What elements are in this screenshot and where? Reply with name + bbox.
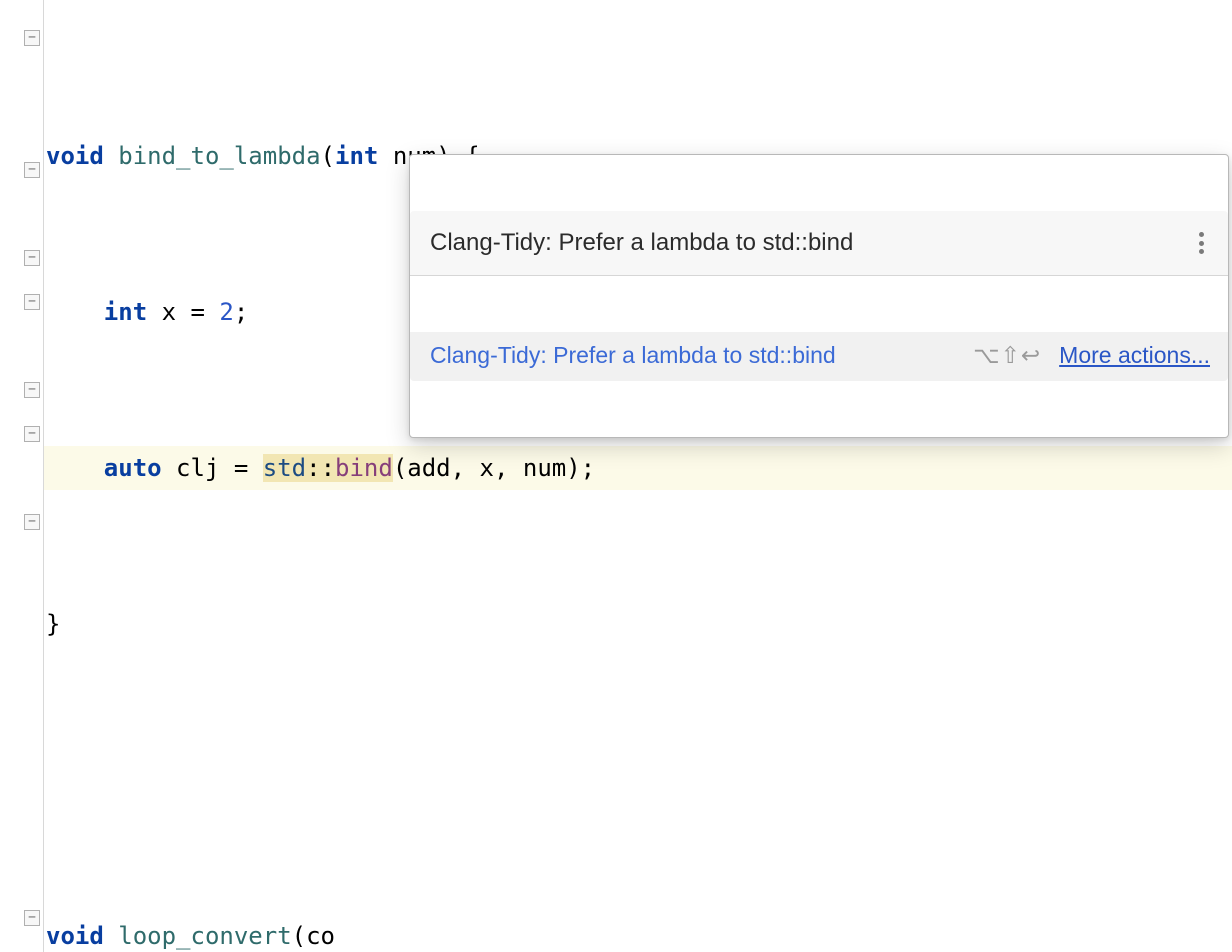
number-literal: 2 bbox=[219, 298, 233, 326]
text: = bbox=[176, 298, 219, 326]
text: ; bbox=[234, 298, 248, 326]
fold-icon[interactable] bbox=[24, 294, 40, 310]
tooltip-title: Clang-Tidy: Prefer a lambda to std::bind bbox=[430, 229, 853, 257]
keyword: void bbox=[46, 142, 104, 170]
text: } bbox=[46, 610, 60, 638]
code-line-current[interactable]: auto clj = std::bind(add, x, num); bbox=[44, 446, 1232, 490]
more-options-icon[interactable] bbox=[1190, 230, 1212, 256]
keyboard-shortcut: ⌥⇧↩ bbox=[973, 342, 1041, 369]
text: (co bbox=[292, 922, 335, 950]
code-line[interactable]: } bbox=[44, 602, 1232, 646]
text: (add, x, num); bbox=[393, 454, 595, 482]
fold-icon[interactable] bbox=[24, 162, 40, 178]
code-line[interactable] bbox=[44, 758, 1232, 802]
text: = bbox=[219, 454, 262, 482]
keyword: auto bbox=[104, 454, 162, 482]
tooltip-header: Clang-Tidy: Prefer a lambda to std::bind bbox=[410, 211, 1228, 276]
identifier: bind bbox=[335, 454, 393, 482]
inspection-tooltip: Clang-Tidy: Prefer a lambda to std::bind… bbox=[409, 154, 1229, 438]
code-editor[interactable]: void bind_to_lambda(int num) { int x = 2… bbox=[0, 0, 1232, 952]
fold-icon[interactable] bbox=[24, 250, 40, 266]
fold-icon[interactable] bbox=[24, 514, 40, 530]
fold-icon[interactable] bbox=[24, 910, 40, 926]
code-area[interactable]: void bind_to_lambda(int num) { int x = 2… bbox=[44, 0, 1232, 952]
fold-icon[interactable] bbox=[24, 382, 40, 398]
keyword: int bbox=[104, 298, 147, 326]
function-name: loop_convert bbox=[118, 922, 291, 950]
variable: x bbox=[162, 298, 176, 326]
gutter bbox=[0, 0, 44, 952]
namespace: std bbox=[263, 454, 306, 482]
variable: clj bbox=[176, 454, 219, 482]
more-actions-link[interactable]: More actions... bbox=[1059, 342, 1210, 369]
text: :: bbox=[306, 454, 335, 482]
keyword: int bbox=[335, 142, 378, 170]
fold-icon[interactable] bbox=[24, 30, 40, 46]
quick-fix-action[interactable]: Clang-Tidy: Prefer a lambda to std::bind bbox=[430, 342, 955, 369]
fold-icon[interactable] bbox=[24, 426, 40, 442]
function-name: bind_to_lambda bbox=[118, 142, 320, 170]
code-line[interactable]: void loop_convert(co bbox=[44, 914, 1232, 952]
keyword: void bbox=[46, 922, 104, 950]
tooltip-action-row[interactable]: Clang-Tidy: Prefer a lambda to std::bind… bbox=[410, 332, 1228, 381]
